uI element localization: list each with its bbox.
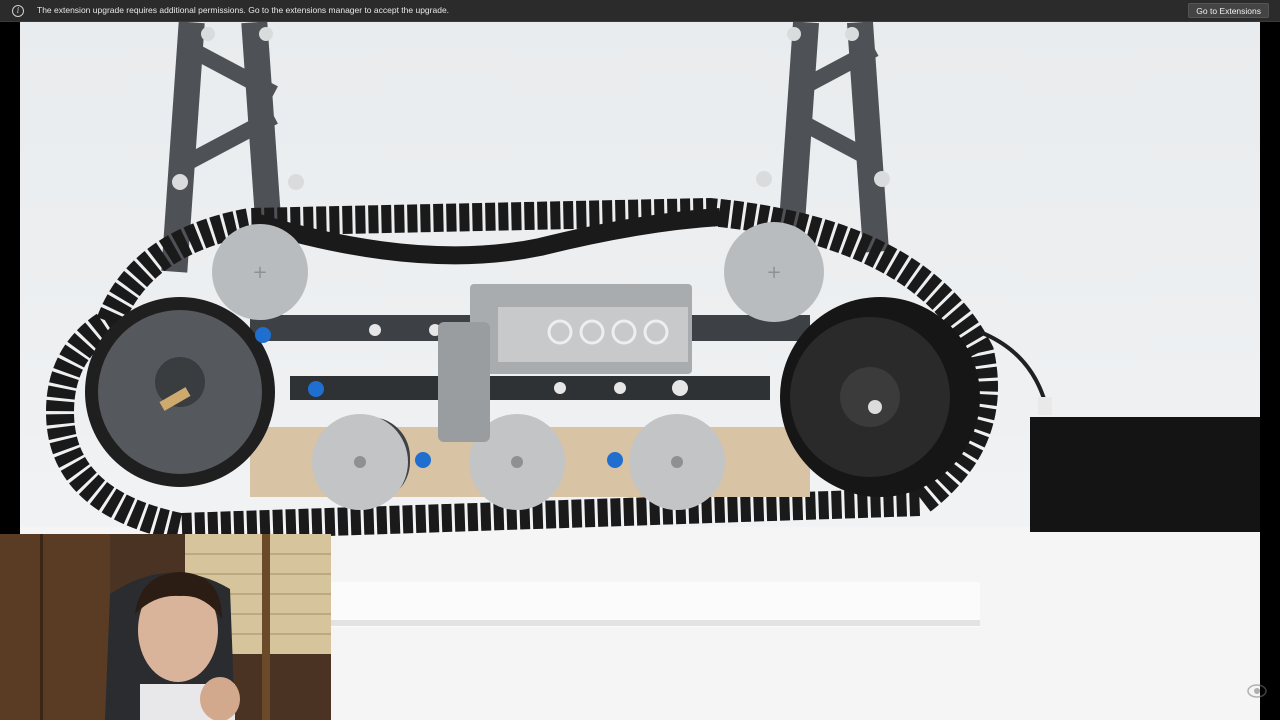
webcam-overlay	[0, 534, 331, 720]
notification-message: The extension upgrade requires additiona…	[37, 5, 450, 15]
webcam-feed	[0, 534, 331, 720]
info-icon: i	[12, 5, 24, 17]
extension-notification-bar: i The extension upgrade requires additio…	[0, 0, 1280, 22]
go-to-extensions-button[interactable]: Go to Extensions	[1188, 3, 1269, 18]
svg-text:+: +	[252, 262, 267, 283]
channel-logo-icon	[1247, 684, 1267, 698]
svg-text:+: +	[766, 262, 781, 283]
